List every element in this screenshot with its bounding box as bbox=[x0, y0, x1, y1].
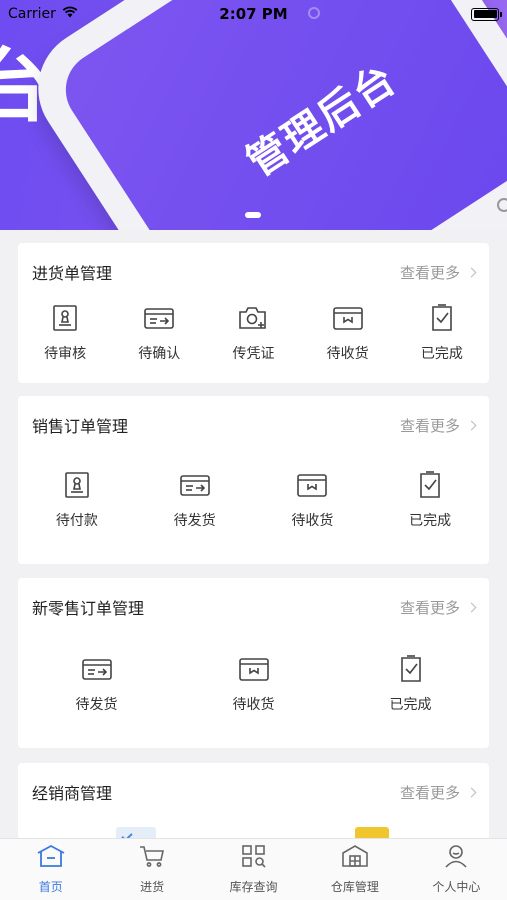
tab-home[interactable]: 首页 bbox=[0, 839, 101, 900]
tab-label: 个人中心 bbox=[432, 880, 481, 894]
status-item-completed[interactable]: 已完成 bbox=[397, 303, 487, 363]
status-item-completed[interactable]: 已完成 bbox=[366, 654, 456, 714]
chevron-right-icon bbox=[466, 267, 477, 277]
status-item-pending-receive[interactable]: 待收货 bbox=[267, 470, 357, 530]
status-item-pending-payment[interactable]: 待付款 bbox=[32, 470, 122, 530]
status-item-pending-receive[interactable]: 待收货 bbox=[209, 654, 299, 714]
status-item-pending-ship[interactable]: 待发货 bbox=[150, 470, 240, 530]
chevron-right-icon bbox=[466, 787, 477, 797]
status-item-label: 待审核 bbox=[44, 346, 87, 362]
card-title: 经销商管理 bbox=[32, 784, 113, 803]
status-item-label: 待发货 bbox=[173, 513, 216, 529]
tab-label: 库存查询 bbox=[229, 880, 278, 894]
card-title: 销售订单管理 bbox=[32, 417, 129, 436]
home-icon bbox=[36, 844, 66, 872]
completed-icon bbox=[415, 470, 445, 500]
view-more-label: 查看更多 bbox=[399, 416, 460, 435]
status-item-pending-review[interactable]: 待审核 bbox=[20, 303, 110, 363]
banner-pager-dot[interactable] bbox=[245, 212, 261, 218]
view-more-link[interactable]: 查看更多 bbox=[399, 782, 477, 803]
status-item-label: 传凭证 bbox=[232, 346, 275, 362]
upload-voucher-icon bbox=[237, 303, 269, 333]
view-more-label: 查看更多 bbox=[399, 783, 460, 802]
view-more-link[interactable]: 查看更多 bbox=[399, 262, 477, 283]
completed-icon bbox=[427, 303, 457, 333]
purchase-order-card: 进货单管理 查看更多 待审核 待确认 传凭证 待收货 已完成 bbox=[18, 243, 489, 383]
tab-warehouse[interactable]: 仓库管理 bbox=[304, 839, 405, 900]
view-more-link[interactable]: 查看更多 bbox=[399, 597, 477, 618]
status-items: 待发货 待收货 已完成 bbox=[18, 636, 489, 714]
bottom-tab-bar: 首页 进货 库存查询 仓库管理 个人中心 bbox=[0, 838, 507, 900]
status-items: 待审核 待确认 传凭证 待收货 已完成 bbox=[18, 301, 489, 363]
card-header: 进货单管理 查看更多 bbox=[18, 243, 489, 301]
phone-screen: 管理后台 bbox=[51, 0, 507, 230]
status-time: 2:07 PM bbox=[219, 5, 288, 23]
status-item-label: 待收货 bbox=[291, 513, 334, 529]
card-title: 新零售订单管理 bbox=[32, 599, 145, 618]
status-items: 待付款 待发货 待收货 已完成 bbox=[18, 454, 489, 530]
status-item-label: 待收货 bbox=[232, 697, 275, 713]
completed-icon bbox=[396, 654, 426, 684]
status-item-pending-ship[interactable]: 待发货 bbox=[52, 654, 142, 714]
receive-icon bbox=[238, 654, 270, 684]
battery-icon bbox=[471, 7, 502, 21]
status-item-upload-voucher[interactable]: 传凭证 bbox=[208, 303, 298, 363]
tab-inventory-search[interactable]: 库存查询 bbox=[203, 839, 304, 900]
card-header: 经销商管理 查看更多 bbox=[18, 763, 489, 821]
status-item-label: 已完成 bbox=[420, 346, 463, 362]
status-item-label: 已完成 bbox=[389, 697, 432, 713]
status-item-label: 待付款 bbox=[55, 513, 98, 529]
warehouse-icon bbox=[341, 844, 369, 872]
inventory-search-icon bbox=[241, 844, 267, 872]
card-title: 进货单管理 bbox=[32, 264, 113, 283]
profile-icon bbox=[443, 844, 469, 872]
audit-icon bbox=[50, 303, 80, 333]
payment-icon bbox=[62, 470, 92, 500]
status-item-label: 待确认 bbox=[138, 346, 181, 362]
view-more-link[interactable]: 查看更多 bbox=[399, 415, 477, 436]
status-item-label: 待发货 bbox=[75, 697, 118, 713]
view-more-label: 查看更多 bbox=[399, 263, 460, 282]
tab-label: 进货 bbox=[140, 880, 165, 894]
card-header: 销售订单管理 查看更多 bbox=[18, 396, 489, 454]
carrier-area: Carrier bbox=[8, 6, 78, 22]
receive-icon bbox=[296, 470, 328, 500]
chevron-right-icon bbox=[466, 420, 477, 430]
chevron-right-icon bbox=[466, 602, 477, 612]
phone-illustration: 管理后台 bbox=[15, 0, 507, 230]
sales-order-card: 销售订单管理 查看更多 待付款 待发货 待收货 已完成 bbox=[18, 396, 489, 564]
ship-icon bbox=[81, 654, 113, 684]
cart-icon bbox=[138, 844, 166, 872]
status-item-completed[interactable]: 已完成 bbox=[385, 470, 475, 530]
status-item-pending-receive[interactable]: 待收货 bbox=[303, 303, 393, 363]
card-header: 新零售订单管理 查看更多 bbox=[18, 578, 489, 636]
wifi-icon bbox=[62, 6, 78, 22]
promo-banner[interactable]: 台 管理后台 bbox=[0, 0, 507, 230]
retail-order-card: 新零售订单管理 查看更多 待发货 待收货 已完成 bbox=[18, 578, 489, 748]
status-item-label: 待收货 bbox=[326, 346, 369, 362]
ship-icon bbox=[179, 470, 211, 500]
tab-label: 仓库管理 bbox=[330, 880, 379, 894]
confirm-icon bbox=[143, 303, 175, 333]
receive-icon bbox=[332, 303, 364, 333]
tab-purchase[interactable]: 进货 bbox=[101, 839, 202, 900]
tab-profile[interactable]: 个人中心 bbox=[406, 839, 507, 900]
tab-label: 首页 bbox=[38, 880, 63, 894]
view-more-label: 查看更多 bbox=[399, 598, 460, 617]
gear-decoration-icon bbox=[497, 198, 507, 212]
carrier-label: Carrier bbox=[8, 6, 56, 22]
status-item-label: 已完成 bbox=[409, 513, 452, 529]
status-item-pending-confirm[interactable]: 待确认 bbox=[114, 303, 204, 363]
banner-screen-text: 管理后台 bbox=[239, 55, 406, 187]
status-bar: Carrier 2:07 PM bbox=[0, 0, 507, 28]
